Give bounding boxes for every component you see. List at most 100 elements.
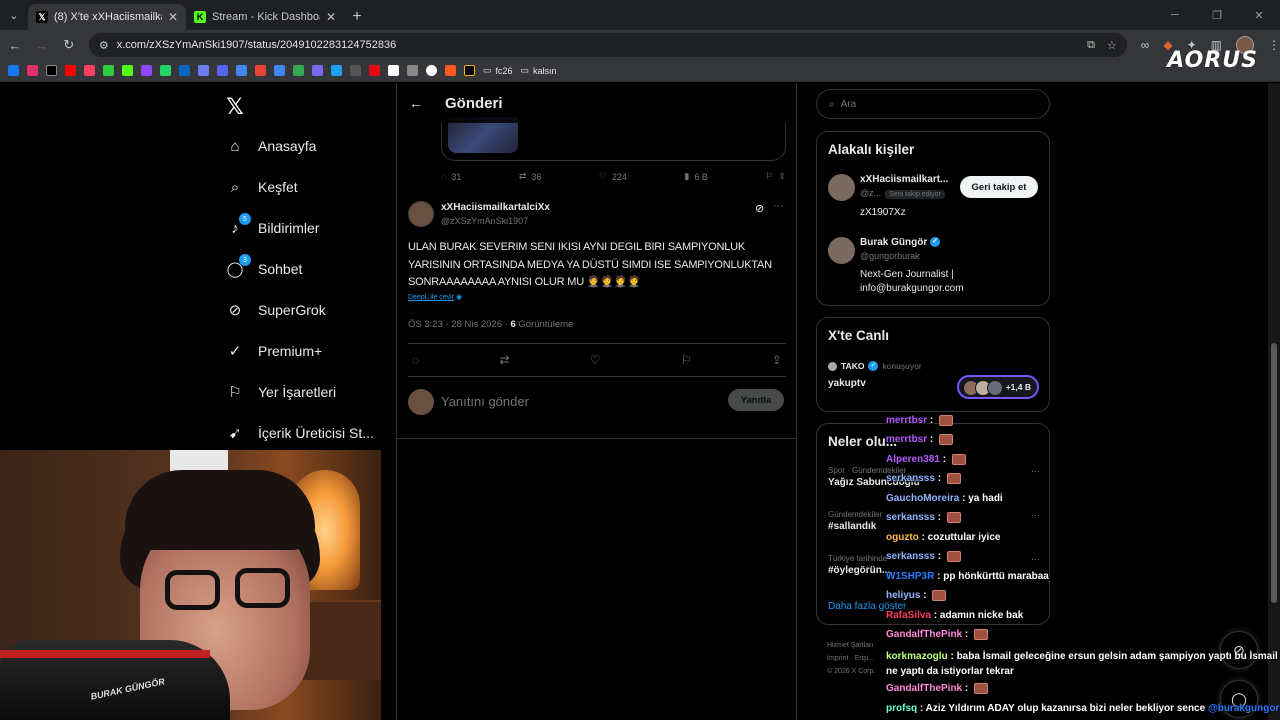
- chat-username[interactable]: GauchoMoreira: [886, 493, 959, 504]
- like-action[interactable]: ♡ 224: [599, 171, 627, 182]
- restore-icon[interactable]: ❐: [1196, 0, 1238, 30]
- person-name[interactable]: Burak Güngör ✓: [860, 237, 941, 248]
- app6-bookmark-icon[interactable]: [388, 65, 399, 76]
- forward-arrow-icon[interactable]: →: [30, 33, 54, 57]
- app-bookmark-icon[interactable]: [198, 65, 209, 76]
- heart-icon[interactable]: ♡: [590, 353, 601, 367]
- search-input[interactable]: ⌕ Ara: [816, 89, 1050, 119]
- chat-username[interactable]: profsq: [886, 703, 917, 714]
- discord-bookmark-icon[interactable]: [217, 65, 228, 76]
- nav-item-creator-studio[interactable]: ➹ İçerik Üreticisi St...: [226, 418, 374, 448]
- chat-username[interactable]: korkmazoglu: [886, 651, 948, 662]
- chat-username[interactable]: GandalfThePink: [886, 629, 962, 640]
- close-window-icon[interactable]: ✕: [1238, 0, 1280, 30]
- app2-bookmark-icon[interactable]: [312, 65, 323, 76]
- linkedin-bookmark-icon[interactable]: [179, 65, 190, 76]
- views-action[interactable]: ▮ 6 B: [684, 171, 707, 182]
- nav-item-notifications[interactable]: ♪ 5 Bildirimler: [226, 213, 319, 243]
- live-listeners-pill[interactable]: +1,4 B: [957, 375, 1039, 399]
- chat-username[interactable]: serkansss: [886, 551, 935, 562]
- avatar[interactable]: [408, 201, 434, 227]
- chat-username[interactable]: GandalfThePink: [886, 683, 962, 694]
- whatsapp-bookmark-icon[interactable]: [160, 65, 171, 76]
- tab-search-button[interactable]: ⌄: [0, 0, 28, 30]
- avatar[interactable]: [828, 237, 855, 264]
- instagram-bookmark-icon[interactable]: [27, 65, 38, 76]
- x-bookmark-icon[interactable]: [46, 65, 57, 76]
- gmail-bookmark-icon[interactable]: [255, 65, 266, 76]
- bookmark-star-icon[interactable]: ☆: [1107, 39, 1117, 52]
- close-tab-icon[interactable]: ✕: [168, 10, 178, 24]
- share-icon[interactable]: ⇪: [772, 353, 782, 367]
- nav-item-bookmarks[interactable]: ⚐ Yer İşaretleri: [226, 377, 336, 407]
- chat-username[interactable]: merrtbsr: [886, 415, 927, 426]
- reload-icon[interactable]: ↻: [57, 33, 81, 57]
- chat-username[interactable]: Alperen381: [886, 454, 940, 465]
- browser-tab-kick[interactable]: K Stream - Kick Dashboard ✕: [186, 4, 344, 30]
- person-name[interactable]: xXHaciismailkart...: [860, 174, 948, 185]
- nav-item-explore[interactable]: ⌕ Keşfet: [226, 172, 298, 202]
- repost-icon[interactable]: ⇄: [499, 353, 509, 367]
- address-bar[interactable]: ⚙ x.com/zXSzYmAnSki1907/status/204910228…: [88, 33, 1127, 57]
- author-handle[interactable]: @zXSzYmAnSki1907: [441, 216, 528, 226]
- youtube-bookmark-icon[interactable]: [65, 65, 76, 76]
- app9-bookmark-icon[interactable]: [445, 65, 456, 76]
- new-tab-button[interactable]: +: [344, 4, 370, 30]
- avatar[interactable]: [828, 174, 855, 201]
- back-arrow-icon[interactable]: ←: [409, 95, 423, 111]
- repost-action[interactable]: ⇄ 36: [519, 171, 542, 182]
- nav-item-chat[interactable]: ◯ 3 Sohbet: [226, 254, 302, 284]
- bookmark-icon[interactable]: ⚐: [681, 353, 692, 367]
- app4-bookmark-icon[interactable]: [350, 65, 361, 76]
- twitch-bookmark-icon[interactable]: [141, 65, 152, 76]
- reply-input[interactable]: Yanıtını gönder: [441, 394, 529, 409]
- chat-username[interactable]: serkansss: [886, 473, 935, 484]
- chat-username[interactable]: serkansss: [886, 512, 935, 523]
- app3-bookmark-icon[interactable]: [331, 65, 342, 76]
- more-dots-icon[interactable]: ···: [773, 200, 784, 212]
- bookmark-folder-fc26[interactable]: ▭ fc26: [483, 65, 513, 76]
- back-arrow-icon[interactable]: ←: [3, 33, 27, 57]
- live-host[interactable]: TAKO ✓ konuşuyor: [828, 361, 922, 371]
- minimize-icon[interactable]: ─: [1154, 0, 1196, 30]
- bookmark-icon[interactable]: ⚐: [765, 171, 773, 182]
- follow-back-button[interactable]: Geri takip et: [960, 176, 1038, 198]
- chat-username[interactable]: heliyus: [886, 590, 920, 601]
- x-logo-icon[interactable]: 𝕏: [226, 95, 244, 120]
- chat-username[interactable]: RafaSilva: [886, 610, 931, 621]
- url-text[interactable]: x.com/zXSzYmAnSki1907/status/20491022831…: [117, 39, 396, 51]
- extension-glasses-icon[interactable]: ∞: [1141, 38, 1150, 52]
- app5-bookmark-icon[interactable]: [369, 65, 380, 76]
- close-tab-icon[interactable]: ✕: [326, 10, 336, 24]
- grok-icon[interactable]: ⊘: [755, 202, 764, 215]
- reply-button[interactable]: Yanıtla: [728, 389, 784, 411]
- app7-bookmark-icon[interactable]: [407, 65, 418, 76]
- space-title[interactable]: yakuptv: [828, 378, 866, 389]
- nav-item-premium[interactable]: ✓ Premium+: [226, 336, 322, 366]
- reply-action[interactable]: ◌ 31: [441, 171, 461, 182]
- chat-username[interactable]: merrtbsr: [886, 434, 927, 445]
- nav-item-supergrok[interactable]: ⊘ SuperGrok: [226, 295, 326, 325]
- sheets-bookmark-icon[interactable]: [293, 65, 304, 76]
- author-name[interactable]: xXHaciismailkartalciXx: [441, 202, 550, 213]
- docs-bookmark-icon[interactable]: [274, 65, 285, 76]
- install-app-icon[interactable]: ⧉: [1087, 39, 1095, 52]
- chat-mention[interactable]: @burakgungor: [1208, 703, 1279, 714]
- browser-tab-x[interactable]: 𝕏 (8) X'te xXHaciismailkartalciXx: "ULA …: [28, 4, 186, 30]
- app8-bookmark-icon[interactable]: [426, 65, 437, 76]
- quoted-media-card[interactable]: [441, 117, 786, 161]
- reply-icon[interactable]: ◌: [412, 353, 419, 367]
- menu-dots-icon[interactable]: ⋮: [1268, 38, 1280, 52]
- kick-bookmark-icon[interactable]: [122, 65, 133, 76]
- drop-bookmark-icon[interactable]: [103, 65, 114, 76]
- maps-bookmark-icon[interactable]: [236, 65, 247, 76]
- chat-username[interactable]: oguzto: [886, 532, 919, 543]
- translate-link[interactable]: DeepL ile çevir ◉: [408, 293, 462, 301]
- nav-item-home[interactable]: ⌂ Anasayfa: [226, 131, 316, 161]
- chat-username[interactable]: W1SHP3R: [886, 571, 934, 582]
- youtube-studio-bookmark-icon[interactable]: [84, 65, 95, 76]
- app10-bookmark-icon[interactable]: [464, 65, 475, 76]
- site-info-icon[interactable]: ⚙: [99, 39, 109, 52]
- share-icon[interactable]: ⇪: [778, 171, 786, 182]
- bookmark-folder-kalsin[interactable]: ▭ kalsın: [521, 65, 557, 76]
